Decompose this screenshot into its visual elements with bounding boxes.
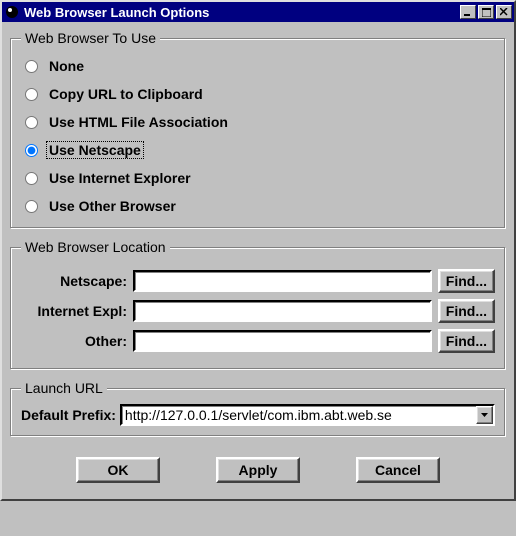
launch-prefix-row: Default Prefix: http://127.0.0.1/servlet… bbox=[21, 404, 495, 426]
radio-row-copy[interactable]: Copy URL to Clipboard bbox=[21, 80, 495, 108]
maximize-button[interactable] bbox=[478, 5, 494, 19]
radio-netscape[interactable] bbox=[25, 144, 38, 157]
close-button[interactable] bbox=[496, 5, 512, 19]
window-frame: Web Browser Launch Options Web Browser T… bbox=[0, 0, 516, 501]
dropdown-value: http://127.0.0.1/servlet/com.ibm.abt.web… bbox=[122, 407, 476, 423]
find-ie-button[interactable]: Find... bbox=[438, 299, 495, 323]
default-prefix-dropdown[interactable]: http://127.0.0.1/servlet/com.ibm.abt.web… bbox=[120, 404, 495, 426]
radio-label-ie: Use Internet Explorer bbox=[46, 169, 194, 187]
group-legend: Web Browser Location bbox=[21, 239, 170, 255]
input-ie-path[interactable] bbox=[133, 300, 432, 322]
chevron-down-icon[interactable] bbox=[476, 406, 493, 424]
radio-other[interactable] bbox=[25, 200, 38, 213]
group-browser-location: Web Browser Location Netscape: Find... I… bbox=[10, 239, 506, 370]
find-netscape-button[interactable]: Find... bbox=[438, 269, 495, 293]
apply-button[interactable]: Apply bbox=[216, 457, 300, 483]
radio-ie[interactable] bbox=[25, 172, 38, 185]
label-ie: Internet Expl: bbox=[21, 303, 133, 319]
radio-label-other: Use Other Browser bbox=[46, 197, 179, 215]
app-icon bbox=[4, 4, 20, 20]
input-netscape-path[interactable] bbox=[133, 270, 432, 292]
label-netscape: Netscape: bbox=[21, 273, 133, 289]
window-controls bbox=[458, 5, 512, 19]
location-row-other: Other: Find... bbox=[21, 329, 495, 353]
label-other: Other: bbox=[21, 333, 133, 349]
group-legend: Web Browser To Use bbox=[21, 30, 160, 46]
radio-label-none: None bbox=[46, 57, 87, 75]
group-browser-to-use: Web Browser To Use None Copy URL to Clip… bbox=[10, 30, 506, 229]
cancel-button[interactable]: Cancel bbox=[356, 457, 440, 483]
radio-label-html: Use HTML File Association bbox=[46, 113, 231, 131]
location-row-netscape: Netscape: Find... bbox=[21, 269, 495, 293]
radio-row-html[interactable]: Use HTML File Association bbox=[21, 108, 495, 136]
radio-row-none[interactable]: None bbox=[21, 52, 495, 80]
titlebar: Web Browser Launch Options bbox=[2, 2, 514, 22]
group-legend: Launch URL bbox=[21, 380, 107, 396]
radio-label-netscape: Use Netscape bbox=[46, 141, 144, 159]
radio-label-copy: Copy URL to Clipboard bbox=[46, 85, 206, 103]
find-other-button[interactable]: Find... bbox=[438, 329, 495, 353]
radio-row-ie[interactable]: Use Internet Explorer bbox=[21, 164, 495, 192]
label-default-prefix: Default Prefix: bbox=[21, 407, 120, 423]
client-area: Web Browser To Use None Copy URL to Clip… bbox=[2, 22, 514, 499]
input-other-path[interactable] bbox=[133, 330, 432, 352]
radio-none[interactable] bbox=[25, 60, 38, 73]
radio-row-netscape[interactable]: Use Netscape bbox=[21, 136, 495, 164]
ok-button[interactable]: OK bbox=[76, 457, 160, 483]
radio-row-other[interactable]: Use Other Browser bbox=[21, 192, 495, 220]
group-launch-url: Launch URL Default Prefix: http://127.0.… bbox=[10, 380, 506, 437]
window-title: Web Browser Launch Options bbox=[24, 5, 458, 20]
location-row-ie: Internet Expl: Find... bbox=[21, 299, 495, 323]
dialog-buttons: OK Apply Cancel bbox=[10, 447, 506, 495]
radio-html-assoc[interactable] bbox=[25, 116, 38, 129]
minimize-button[interactable] bbox=[460, 5, 476, 19]
radio-copy-url[interactable] bbox=[25, 88, 38, 101]
